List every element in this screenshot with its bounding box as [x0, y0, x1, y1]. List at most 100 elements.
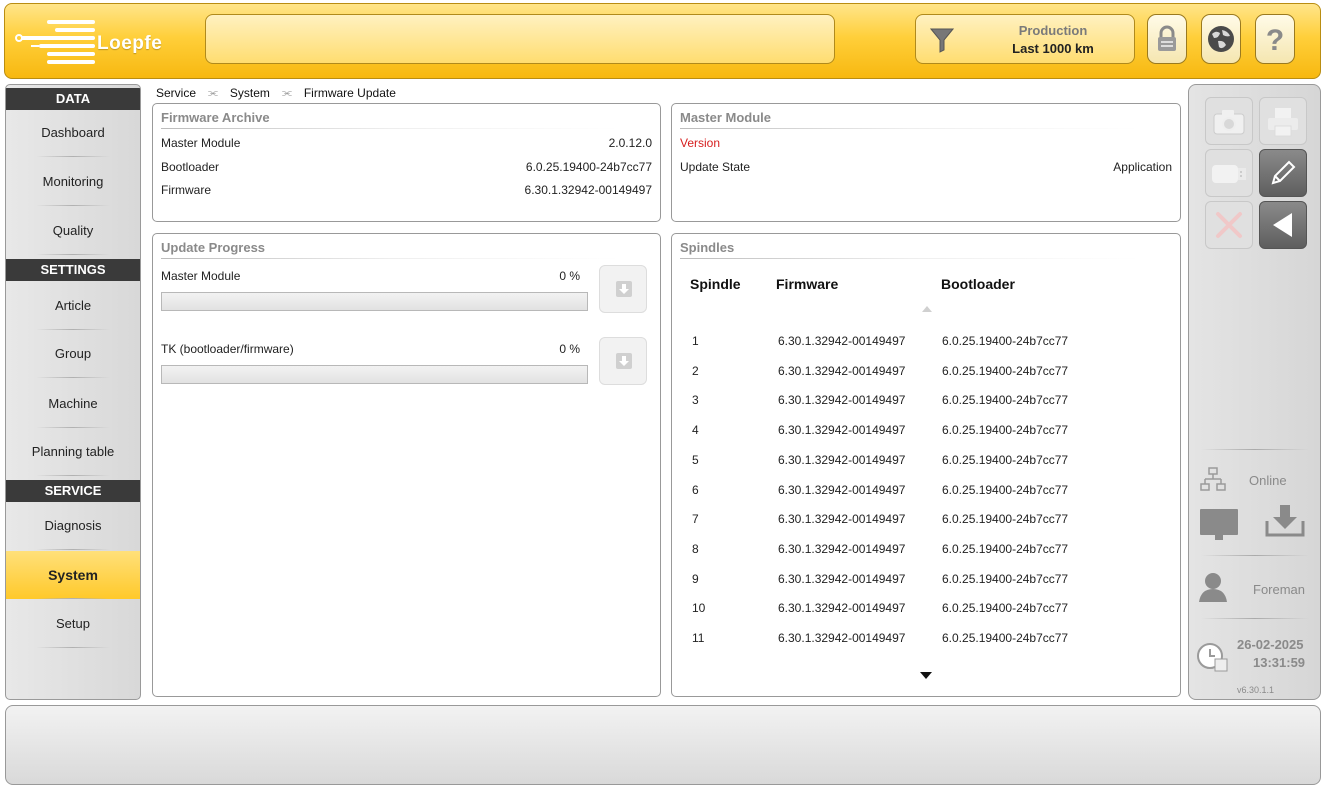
pencil-icon: [1271, 160, 1296, 185]
usb-export-button[interactable]: [1205, 149, 1253, 197]
table-row[interactable]: 3 6.30.1.32942-00149497 6.0.25.19400-24b7c…: [672, 393, 1180, 423]
logo-lines-icon: [15, 20, 95, 64]
firmware-cell: 6.30.1.32942-00149497: [778, 512, 906, 527]
network-icon: [1200, 467, 1226, 491]
table-row[interactable]: 11 6.30.1.32942-00149497 6.0.25.19400-24b7…: [672, 631, 1180, 661]
scroll-up-icon[interactable]: [922, 306, 932, 312]
panel-title: Update Progress: [161, 240, 266, 255]
firmware-cell: 6.30.1.32942-00149497: [778, 393, 906, 408]
column-header-spindle[interactable]: Spindle: [690, 276, 741, 292]
breadcrumb-service[interactable]: Service: [156, 86, 196, 100]
table-row[interactable]: 5 6.30.1.32942-00149497 6.0.25.19400-24b7c…: [672, 453, 1180, 483]
spindle-cell: 9: [692, 571, 699, 586]
filter-range: Last 1000 km: [1012, 41, 1094, 56]
table-row[interactable]: 6 6.30.1.32942-00149497 6.0.25.19400-24b7c…: [672, 483, 1180, 513]
download-icon: [616, 353, 632, 369]
clock-calendar-icon: [1197, 643, 1228, 672]
scroll-down-icon[interactable]: [920, 672, 932, 679]
nav-item-monitoring[interactable]: Monitoring: [6, 158, 140, 206]
spindle-cell: 8: [692, 541, 699, 556]
table-row[interactable]: 9 6.30.1.32942-00149497 6.0.25.19400-24b7c…: [672, 572, 1180, 602]
print-icon: [1268, 108, 1298, 137]
cancel-button[interactable]: [1205, 201, 1253, 249]
spindle-cell: 4: [692, 423, 699, 438]
spindle-cell: 3: [692, 393, 699, 408]
panel-title: Spindles: [680, 240, 735, 255]
bootloader-cell: 6.0.25.19400-24b7cc77: [942, 512, 1069, 527]
edit-button[interactable]: [1259, 149, 1307, 197]
firmware-cell: 6.30.1.32942-00149497: [778, 334, 906, 348]
archive-row-firmware: Firmware 6.30.1.32942-00149497: [161, 183, 652, 197]
app-version: v6.30.1.1: [1236, 685, 1275, 695]
help-icon: ?: [1266, 24, 1284, 54]
nav-header-data: DATA: [6, 88, 140, 110]
table-row[interactable]: 10 6.30.1.32942-00149497 6.0.25.19400-24b7…: [672, 601, 1180, 631]
bootloader-cell: 6.0.25.19400-24b7cc77: [942, 363, 1069, 378]
filter-mode: Production: [1018, 23, 1088, 38]
spindle-cell: 6: [692, 482, 699, 497]
update-tk-button[interactable]: [599, 337, 647, 385]
breadcrumb-separator-icon: ⫘: [208, 86, 218, 99]
column-header-bootloader[interactable]: Bootloader: [941, 276, 1015, 292]
nav-item-machine[interactable]: Machine: [6, 380, 140, 428]
print-button[interactable]: [1259, 97, 1307, 145]
bootloader-cell: 6.0.25.19400-24b7cc77: [942, 631, 1069, 645]
table-row[interactable]: 1 6.30.1.32942-00149497 6.0.25.19400-24b7c…: [672, 334, 1180, 364]
bootloader-cell: 6.0.25.19400-24b7cc77: [942, 482, 1069, 497]
panel-title: Firmware Archive: [161, 110, 270, 125]
filter-selector[interactable]: Production Last 1000 km: [915, 14, 1135, 64]
loepfe-logo: Loepfe: [13, 14, 183, 72]
nav-item-dashboard[interactable]: Dashboard: [6, 109, 140, 157]
bootloader-cell: 6.0.25.19400-24b7cc77: [942, 571, 1069, 586]
spindle-cell: 1: [692, 334, 699, 348]
update-master-button[interactable]: [599, 265, 647, 313]
bootloader-cell: 6.0.25.19400-24b7cc77: [942, 393, 1069, 408]
progress-percent-tk: 0 %: [559, 342, 580, 356]
help-button[interactable]: ?: [1255, 14, 1295, 64]
spindle-cell: 7: [692, 512, 699, 527]
download-icon: [616, 281, 632, 297]
bottom-bar: [5, 705, 1321, 785]
message-box[interactable]: [205, 14, 835, 64]
nav-item-article[interactable]: Article: [6, 282, 140, 330]
globe-icon: [1208, 26, 1234, 52]
monitor-icon[interactable]: [1199, 507, 1239, 543]
panel-title: Master Module: [680, 110, 772, 125]
nav-item-group[interactable]: Group: [6, 330, 140, 378]
language-button[interactable]: [1201, 14, 1241, 64]
filter-icon: [930, 28, 954, 53]
master-module-panel: Master Module Version Update State Appli…: [671, 103, 1181, 222]
progress-label-tk: TK (bootloader/firmware): [161, 342, 294, 356]
spindle-cell: 2: [692, 363, 699, 378]
firmware-cell: 6.30.1.32942-00149497: [778, 363, 906, 378]
update-progress-panel: Update Progress Master Module 0 % TK (bo…: [152, 233, 661, 697]
status-time: 13:31:59: [1253, 655, 1306, 670]
bootloader-cell: 6.0.25.19400-24b7cc77: [942, 541, 1069, 556]
nav-item-system[interactable]: System: [6, 551, 140, 599]
lock-button[interactable]: [1147, 14, 1187, 64]
right-tool-panel: Online Foreman 26-02-2025 13:31:59 v6.30…: [1188, 84, 1321, 700]
spindle-cell: 11: [692, 631, 705, 645]
table-row[interactable]: 7 6.30.1.32942-00149497 6.0.25.19400-24b7c…: [672, 512, 1180, 542]
nav-item-setup[interactable]: Setup: [6, 600, 140, 648]
table-row[interactable]: 2 6.30.1.32942-00149497 6.0.25.19400-24b7c…: [672, 364, 1180, 394]
progress-percent-master: 0 %: [559, 269, 580, 283]
nav-header-service: SERVICE: [6, 480, 140, 502]
breadcrumb-firmware-update: Firmware Update: [303, 86, 396, 100]
user-icon: [1199, 573, 1227, 602]
progress-bar-tk: [161, 365, 588, 384]
breadcrumb-system[interactable]: System: [230, 86, 270, 100]
nav-item-quality[interactable]: Quality: [6, 207, 140, 255]
cancel-icon: [1216, 212, 1242, 238]
table-row[interactable]: 4 6.30.1.32942-00149497 6.0.25.19400-24b7c…: [672, 423, 1180, 453]
firmware-archive-panel: Firmware Archive Master Module 2.0.12.0 …: [152, 103, 661, 222]
screenshot-button[interactable]: [1205, 97, 1253, 145]
firmware-cell: 6.30.1.32942-00149497: [778, 631, 906, 645]
nav-item-planning-table[interactable]: Planning table: [6, 428, 140, 476]
download-icon[interactable]: [1265, 503, 1305, 539]
table-row[interactable]: 8 6.30.1.32942-00149497 6.0.25.19400-24b7c…: [672, 542, 1180, 572]
nav-item-diagnosis[interactable]: Diagnosis: [6, 502, 140, 550]
brand-name: Loepfe: [97, 33, 163, 54]
back-button[interactable]: [1259, 201, 1307, 249]
column-header-firmware[interactable]: Firmware: [776, 276, 838, 292]
